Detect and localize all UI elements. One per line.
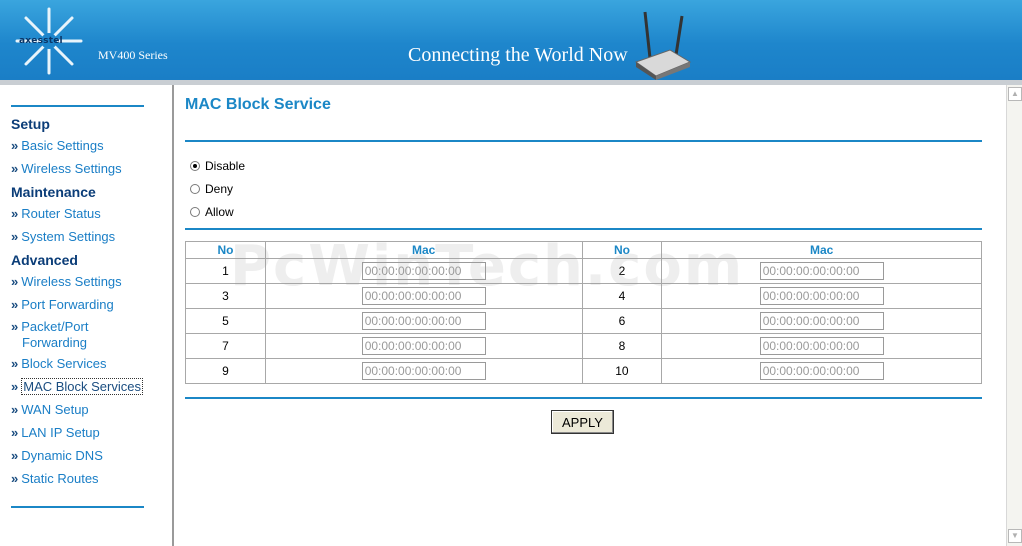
page-title: MAC Block Service [185, 96, 331, 113]
table-row: 7 8 [185, 333, 982, 359]
row-number: 3 [185, 283, 266, 309]
sidebar-item-system-settings[interactable]: » System Settings [11, 229, 115, 245]
sidebar-top-rule [11, 105, 144, 107]
option-deny-label: Deny [205, 182, 234, 196]
row-number: 4 [581, 283, 663, 309]
option-disable[interactable]: Disable [190, 159, 245, 173]
row-number: 9 [185, 358, 266, 384]
option-allow[interactable]: Allow [190, 205, 234, 219]
header-mac-2: Mac [661, 241, 982, 259]
table-divider [185, 397, 982, 399]
table-header-row: No Mac No Mac [185, 241, 982, 259]
row-number: 2 [581, 258, 663, 284]
header-banner: axesstel MV400 Series Connecting the Wor… [0, 0, 1022, 80]
sidebar-item-packet-port-forwarding-line2[interactable]: Forwarding [22, 335, 87, 351]
title-divider [185, 140, 982, 142]
row-number: 1 [185, 258, 266, 284]
mac-input-8[interactable] [759, 337, 884, 355]
sidebar-item-wireless-settings-setup[interactable]: » Wireless Settings [11, 161, 122, 177]
row-number: 7 [185, 333, 266, 359]
sidebar-section-setup: Setup [11, 116, 50, 132]
row-number: 5 [185, 308, 266, 334]
sidebar-item-block-services[interactable]: » Block Services [11, 356, 106, 372]
header-no-1: No [185, 241, 266, 259]
mac-input-6[interactable] [759, 312, 884, 330]
tagline: Connecting the World Now [408, 44, 628, 66]
table-row: 9 10 [185, 358, 982, 384]
row-number: 10 [581, 358, 663, 384]
mac-cell [264, 358, 583, 384]
sidebar-item-static-routes[interactable]: » Static Routes [11, 471, 99, 487]
mac-cell [264, 308, 583, 334]
option-allow-label: Allow [205, 205, 234, 219]
mac-input-10[interactable] [759, 362, 884, 380]
mac-cell [661, 333, 982, 359]
mac-input-5[interactable] [361, 312, 486, 330]
mac-table: No Mac No Mac 1 2 3 4 5 6 [185, 241, 982, 384]
table-row: 5 6 [185, 308, 982, 334]
sidebar-section-maintenance: Maintenance [11, 184, 96, 200]
sidebar-item-lan-ip-setup[interactable]: » LAN IP Setup [11, 425, 100, 441]
vertical-scrollbar[interactable]: ▲ ▼ [1006, 85, 1022, 546]
header-no-2: No [581, 241, 663, 259]
sidebar-item-wireless-settings-advanced[interactable]: » Wireless Settings [11, 274, 122, 290]
mac-input-3[interactable] [361, 287, 486, 305]
mac-cell [264, 283, 583, 309]
row-number: 8 [581, 333, 663, 359]
apply-button[interactable]: APPLY [551, 410, 614, 434]
sidebar-item-wan-setup[interactable]: » WAN Setup [11, 402, 89, 418]
mac-input-7[interactable] [361, 337, 486, 355]
scroll-up-icon[interactable]: ▲ [1008, 87, 1022, 101]
mac-cell [661, 258, 982, 284]
sidebar-item-packet-port-forwarding[interactable]: » Packet/Port [11, 319, 88, 335]
product-series: MV400 Series [98, 48, 168, 62]
sidebar: Setup » Basic Settings » Wireless Settings… [0, 85, 174, 546]
router-image [634, 11, 692, 80]
option-deny[interactable]: Deny [190, 182, 233, 196]
sidebar-bottom-rule [11, 506, 144, 508]
mac-cell [264, 258, 583, 284]
options-divider [185, 228, 982, 230]
mac-input-4[interactable] [759, 287, 884, 305]
header-mac-1: Mac [264, 241, 583, 259]
radio-allow[interactable] [190, 207, 200, 217]
mac-input-2[interactable] [759, 262, 884, 280]
radio-disable[interactable] [190, 161, 200, 171]
radio-deny[interactable] [190, 184, 200, 194]
main-content: MAC Block Service Disable Deny Allow No … [174, 85, 1006, 546]
table-row: 1 2 [185, 258, 982, 284]
mac-cell [661, 308, 982, 334]
mac-cell [264, 333, 583, 359]
sidebar-item-port-forwarding[interactable]: » Port Forwarding [11, 297, 114, 313]
row-number: 6 [581, 308, 663, 334]
sidebar-item-dynamic-dns[interactable]: » Dynamic DNS [11, 448, 103, 464]
sidebar-section-advanced: Advanced [11, 252, 78, 268]
option-disable-label: Disable [205, 159, 246, 173]
mac-cell [661, 358, 982, 384]
mac-input-1[interactable] [361, 262, 486, 280]
mac-cell [661, 283, 982, 309]
scroll-down-icon[interactable]: ▼ [1008, 529, 1022, 543]
mac-input-9[interactable] [361, 362, 486, 380]
sidebar-item-router-status[interactable]: » Router Status [11, 206, 101, 222]
table-row: 3 4 [185, 283, 982, 309]
sidebar-item-basic-settings[interactable]: » Basic Settings [11, 138, 104, 154]
sidebar-item-mac-block-services[interactable]: » MAC Block Services [11, 378, 143, 395]
brand-logo-text: axesstel [19, 36, 63, 46]
